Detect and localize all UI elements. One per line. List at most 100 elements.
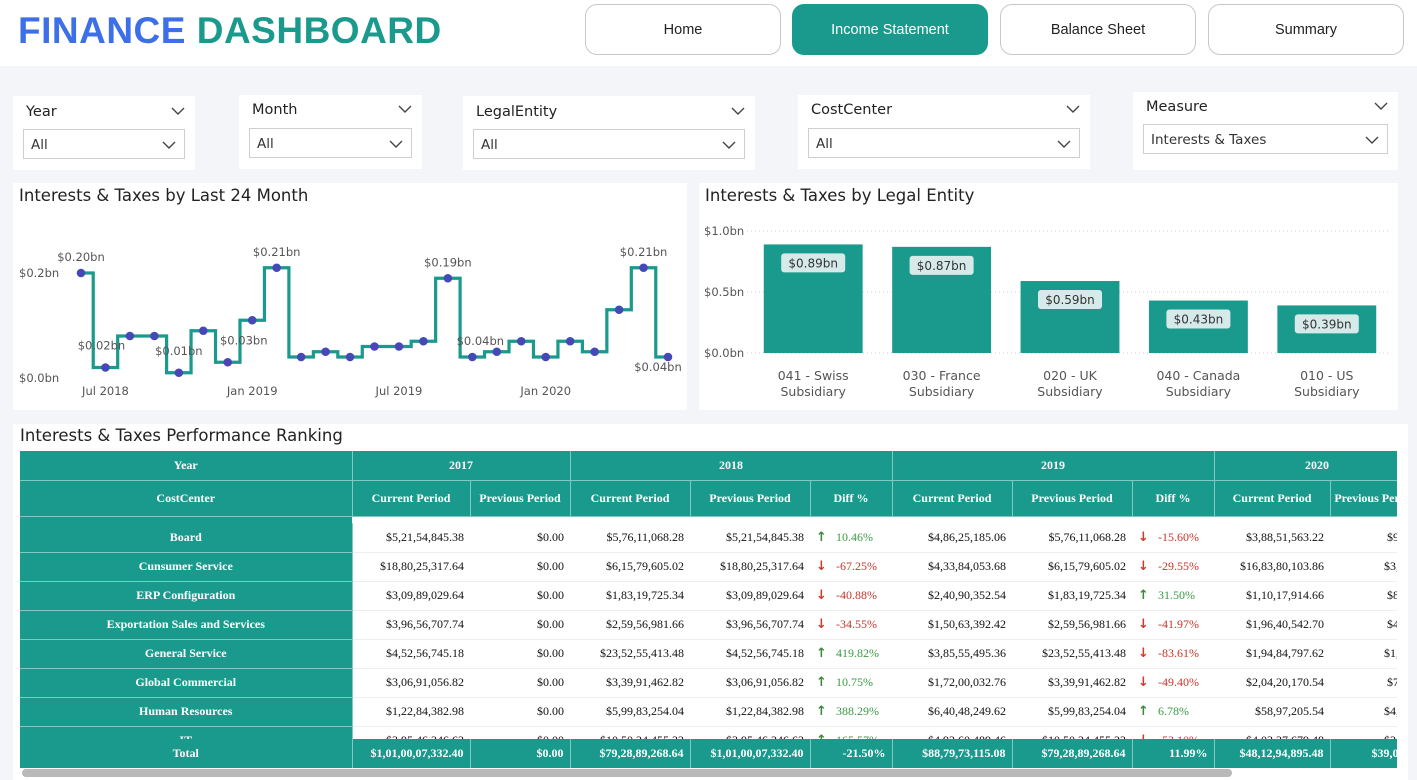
cost-center-dropdown[interactable]: All [808, 128, 1080, 158]
value-cell: $2,04,20,170.54 [1214, 668, 1331, 698]
year-2017-header[interactable]: 2017 [352, 451, 571, 481]
value-cell: $1,10,17,914.66 [1214, 581, 1331, 611]
diff-percent-cell: ↓ -40.88% [810, 581, 893, 611]
data-label: $0.39bn [1302, 317, 1352, 331]
diff-percent-value: 10.46% [836, 529, 873, 544]
cost-center-name: General Service [20, 639, 353, 669]
table-row[interactable]: Human Resources $1,22,84,382.98 $0.00 $5,99… [20, 697, 1397, 727]
diff-percent-cell: ↑ 10.46% [810, 523, 893, 553]
nav-home-button[interactable]: Home [585, 4, 781, 55]
cost-center-name: Cunsumer Service [20, 552, 353, 582]
dashboard-title: FINANCE DASHBOARD [18, 10, 442, 52]
cost-center-name: Global Commercial [20, 668, 353, 698]
table-row[interactable]: Cunsumer Service $18,80,25,317.64 $0.00 $6,… [20, 552, 1397, 582]
month-dropdown[interactable]: All [249, 128, 412, 158]
col-header[interactable]: Previous Period [1330, 480, 1397, 517]
horizontal-scrollbar[interactable] [22, 769, 1232, 777]
table-row[interactable]: Exportation Sales and Services $3,96,56,7… [20, 610, 1397, 640]
year-2020-header[interactable]: 2020 [1214, 451, 1397, 481]
total-value-cell: 11.99% [1132, 739, 1215, 768]
data-point [492, 347, 502, 357]
year-2019-header[interactable]: 2019 [892, 451, 1215, 481]
value-cell: $0.00 [470, 668, 570, 698]
value-cell: $0.00 [470, 639, 570, 669]
cost-center-header[interactable]: CostCenter [20, 480, 353, 517]
value-cell: $4,86,25,185.06 [892, 523, 1013, 553]
col-header[interactable]: Diff % [810, 480, 893, 517]
cost-center-name: Board [20, 523, 353, 553]
arrow-down-icon: ↓ [1138, 559, 1149, 574]
diff-percent-value: 10.75% [836, 675, 873, 689]
value-cell: $16,83,80,103.86 [1214, 552, 1331, 582]
cost-center-name: Exportation Sales and Services [20, 610, 353, 640]
chevron-down-icon[interactable] [171, 106, 185, 116]
diff-percent-cell: ↑ 388.29% [810, 697, 893, 727]
x-category-label: Subsidiary [1294, 384, 1360, 399]
arrow-up-icon: ↑ [816, 646, 827, 661]
x-category-label: 020 - UK [1043, 368, 1097, 383]
data-point [541, 352, 551, 362]
table-total-row: Total $1,01,00,07,332.40 $0.00 $79,28,89,2… [20, 739, 1397, 768]
chevron-down-icon[interactable] [731, 106, 745, 116]
nav-summary-button[interactable]: Summary [1208, 4, 1404, 55]
diff-percent-cell: ↑ 419.82% [810, 639, 893, 669]
table-row[interactable]: Board $5,21,54,845.38 $0.00 $5,76,11,068.28… [20, 523, 1397, 553]
value-cell: $3,96,56,707.74 [690, 610, 810, 640]
value-cell: $3,06,91,056.82 [690, 668, 810, 698]
x-category-label: Subsidiary [909, 384, 975, 399]
table-row[interactable]: General Service $4,52,56,745.18 $0.00 $23,5… [20, 639, 1397, 669]
header-bar: FINANCE DASHBOARD Home Income Statement … [0, 0, 1417, 66]
value-cell: $5,21,54,845.38 [352, 523, 470, 553]
col-header[interactable]: Current Period [570, 480, 691, 517]
col-header[interactable]: Current Period [892, 480, 1013, 517]
table-row[interactable]: Global Commercial $3,06,91,056.82 $0.00 $3,… [20, 668, 1397, 698]
title-part-2: DASHBOARD [196, 10, 442, 51]
data-label: $0.03bn [220, 333, 268, 347]
total-value-cell: $0.00 [470, 739, 571, 768]
value-cell: $4,05, [1330, 697, 1397, 727]
value-cell: $6,15,79,605.02 [1012, 552, 1133, 582]
data-label: $0.89bn [788, 256, 838, 270]
data-point [76, 268, 86, 278]
diff-percent-value: 419.82% [836, 646, 879, 660]
col-header[interactable]: Previous Period [1012, 480, 1133, 517]
diff-percent-value: -49.40% [1158, 675, 1200, 689]
chevron-down-icon[interactable] [1374, 101, 1388, 111]
year-2018-header[interactable]: 2018 [570, 451, 893, 481]
cost-center-slicer-label: CostCenter [811, 102, 893, 118]
measure-dropdown[interactable]: Interests & Taxes [1143, 124, 1388, 154]
nav-balance-sheet-button[interactable]: Balance Sheet [1000, 4, 1196, 55]
chevron-down-icon[interactable] [1066, 104, 1080, 114]
col-header[interactable]: Previous Period [690, 480, 811, 517]
data-point [614, 305, 624, 315]
table-row[interactable]: ERP Configuration $3,09,89,029.64 $0.00 $1,… [20, 581, 1397, 611]
diff-percent-cell: ↓ -29.55% [1132, 552, 1215, 582]
performance-table-viewport[interactable]: Year 2017 2018 2019 2020 CostCenter Curr… [20, 451, 1397, 768]
diff-percent-value: -83.61% [1158, 646, 1200, 660]
chevron-down-icon [162, 141, 176, 149]
arrow-down-icon: ↓ [1138, 646, 1149, 661]
x-tick-label: Jan 2019 [226, 384, 278, 398]
x-category-label: 010 - US [1300, 368, 1353, 383]
legal-entity-dropdown[interactable]: All [473, 129, 745, 159]
col-header[interactable]: Diff % [1132, 480, 1215, 517]
data-point [198, 326, 208, 336]
chevron-down-icon [1057, 140, 1071, 148]
value-cell: $18,80,25,317.64 [690, 552, 810, 582]
col-header[interactable]: Current Period [352, 480, 471, 517]
year-dropdown[interactable]: All [23, 129, 185, 159]
title-part-1: FINANCE [18, 10, 186, 51]
month-slicer-label: Month [252, 102, 298, 118]
diff-percent-value: -67.25% [836, 559, 877, 573]
total-value-cell: $48,12,94,895.48 [1214, 739, 1331, 768]
col-header[interactable]: Previous Period [470, 480, 571, 517]
value-cell: $5,99,83,254.04 [570, 697, 690, 727]
chevron-down-icon[interactable] [398, 104, 412, 114]
col-header[interactable]: Current Period [1214, 480, 1331, 517]
data-point [223, 357, 233, 367]
year-slicer-label: Year [26, 104, 57, 120]
y-tick-label: $0.0bn [19, 371, 59, 385]
nav-income-statement-button[interactable]: Income Statement [792, 4, 988, 55]
total-value-cell: $79,28,89,268.64 [1012, 739, 1133, 768]
value-cell: $23,52,55,413.48 [570, 639, 690, 669]
